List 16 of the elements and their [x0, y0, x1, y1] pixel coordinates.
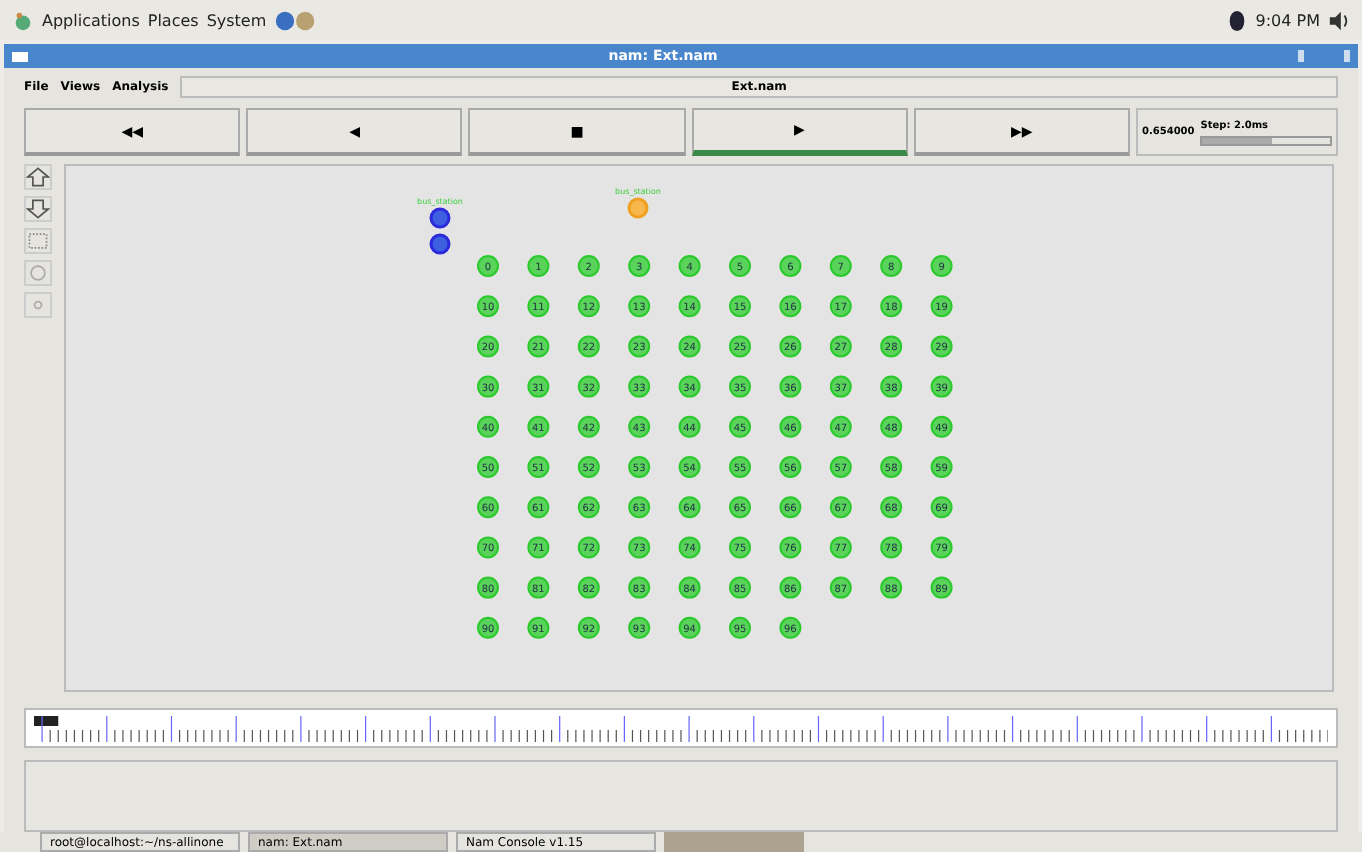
node[interactable] [429, 207, 451, 229]
clock[interactable]: 9:04 PM [1255, 11, 1320, 29]
zoom-in-icon[interactable] [24, 164, 52, 190]
node[interactable] [627, 197, 649, 219]
panel-menu[interactable]: System [206, 11, 267, 29]
zoom-out-icon[interactable] [24, 196, 52, 222]
panel-menu[interactable]: Places [147, 11, 199, 29]
speaker-icon[interactable] [1328, 9, 1350, 31]
panel-menu[interactable]: Applications [42, 11, 140, 29]
timeline[interactable] [24, 708, 1338, 748]
window-menu-icon[interactable] [12, 51, 28, 61]
node[interactable] [429, 233, 451, 255]
workspace-switcher[interactable] [664, 832, 804, 852]
launcher-icon[interactable] [274, 9, 319, 31]
window-controls-icon[interactable] [1297, 50, 1350, 62]
step-slider[interactable] [1200, 135, 1333, 145]
